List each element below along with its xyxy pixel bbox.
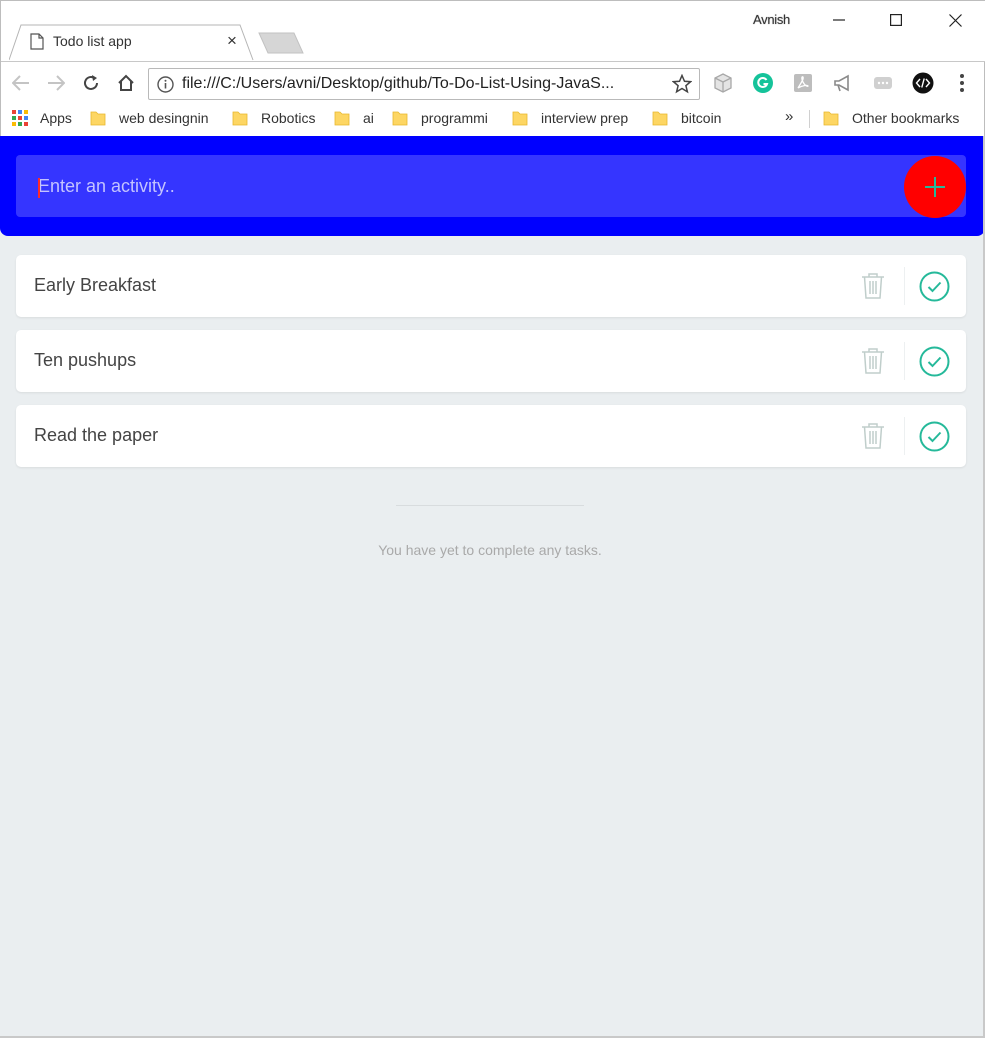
todo-item: Ten pushups [16, 330, 966, 392]
folder-icon [823, 111, 839, 126]
info-icon[interactable] [157, 76, 174, 93]
address-bar[interactable]: file:///C:/Users/avni/Desktop/github/To-… [148, 68, 700, 100]
page-icon [30, 33, 44, 50]
complete-check-icon[interactable] [919, 271, 950, 302]
bookmark-folder[interactable]: web desingnin [90, 107, 209, 129]
maximize-icon[interactable] [876, 7, 916, 33]
browser-toolbar: file:///C:/Users/avni/Desktop/github/To-… [1, 61, 985, 103]
browser-menu-icon[interactable] [952, 72, 972, 94]
profile-name[interactable]: Avnish [753, 12, 790, 27]
folder-icon [90, 111, 106, 126]
bookmark-other[interactable]: Other bookmarks [823, 107, 959, 129]
bookmark-label: programmi [421, 110, 488, 126]
reload-icon[interactable] [79, 71, 103, 95]
bookmark-label: ai [363, 110, 374, 126]
back-arrow-icon[interactable] [9, 71, 33, 95]
complete-check-icon[interactable] [919, 346, 950, 377]
home-icon[interactable] [114, 71, 138, 95]
app-header [0, 136, 985, 236]
bookmarks-bar: Apps web desingnin Robotics ai programmi… [1, 103, 985, 133]
bookmark-folder[interactable]: ai [334, 107, 374, 129]
text-caret [38, 178, 40, 198]
item-divider [904, 342, 905, 380]
bookmark-other-label: Other bookmarks [852, 110, 960, 126]
bookmark-label: Robotics [261, 110, 316, 126]
folder-icon [334, 111, 350, 126]
tab-close-icon[interactable]: × [227, 32, 237, 50]
folder-icon [652, 111, 668, 126]
folder-icon [512, 111, 528, 126]
todo-app: Early Breakfast Ten pushups Read the pap… [0, 136, 985, 1036]
todo-item: Read the paper [16, 405, 966, 467]
trash-icon[interactable] [860, 272, 886, 300]
trash-icon[interactable] [860, 422, 886, 450]
grammarly-icon[interactable] [752, 72, 774, 94]
bookmark-folder[interactable]: Robotics [232, 107, 315, 129]
complete-check-icon[interactable] [919, 421, 950, 452]
folder-icon [392, 111, 408, 126]
cube-extension-icon[interactable] [712, 72, 734, 94]
tab-shape [9, 24, 254, 61]
minimize-icon[interactable] [819, 7, 859, 33]
bookmark-folder[interactable]: interview prep [512, 107, 628, 129]
tab-title: Todo list app [53, 33, 132, 49]
bookmark-label: web desingnin [119, 110, 209, 126]
todo-text: Read the paper [34, 425, 159, 445]
plus-icon [925, 177, 945, 197]
todo-text: Ten pushups [34, 350, 137, 370]
bookmark-star-icon[interactable] [672, 74, 692, 94]
folder-icon [232, 111, 248, 126]
item-divider [904, 267, 905, 305]
bookmark-apps-label: Apps [40, 110, 72, 126]
apps-grid-icon [12, 110, 28, 126]
completed-divider [396, 505, 584, 506]
trash-icon[interactable] [860, 347, 886, 375]
new-tab-button[interactable] [258, 32, 304, 54]
todo-list: Early Breakfast Ten pushups Read the pap… [16, 255, 966, 480]
tab-strip: Todo list app × Avnish [1, 1, 985, 61]
bookmarks-separator [809, 110, 810, 128]
activity-input[interactable] [16, 155, 966, 217]
tab-todo-list-app[interactable]: Todo list app × [9, 24, 254, 61]
add-activity-button[interactable] [904, 156, 966, 218]
completed-empty-message: You have yet to complete any tasks. [378, 542, 602, 558]
close-window-icon[interactable] [935, 7, 975, 33]
url-text[interactable]: file:///C:/Users/avni/Desktop/github/To-… [182, 75, 662, 93]
bookmark-label: bitcoin [681, 110, 722, 126]
bookmark-folder[interactable]: bitcoin [652, 107, 721, 129]
pdf-extension-icon[interactable] [792, 72, 814, 94]
bookmarks-overflow-chevron[interactable]: » [785, 108, 793, 125]
todo-text: Early Breakfast [34, 275, 157, 295]
chat-extension-icon[interactable] [872, 72, 894, 94]
item-divider [904, 417, 905, 455]
megaphone-icon[interactable] [832, 72, 854, 94]
bookmark-folder[interactable]: programmi [392, 107, 488, 129]
forward-arrow-icon[interactable] [44, 71, 68, 95]
browser-window: Todo list app × Avnish file:///C:/Users/… [0, 0, 985, 136]
todo-item: Early Breakfast [16, 255, 966, 317]
bookmark-apps[interactable]: Apps [12, 107, 72, 129]
code-extension-icon[interactable] [912, 72, 934, 94]
bookmark-label: interview prep [541, 110, 629, 126]
